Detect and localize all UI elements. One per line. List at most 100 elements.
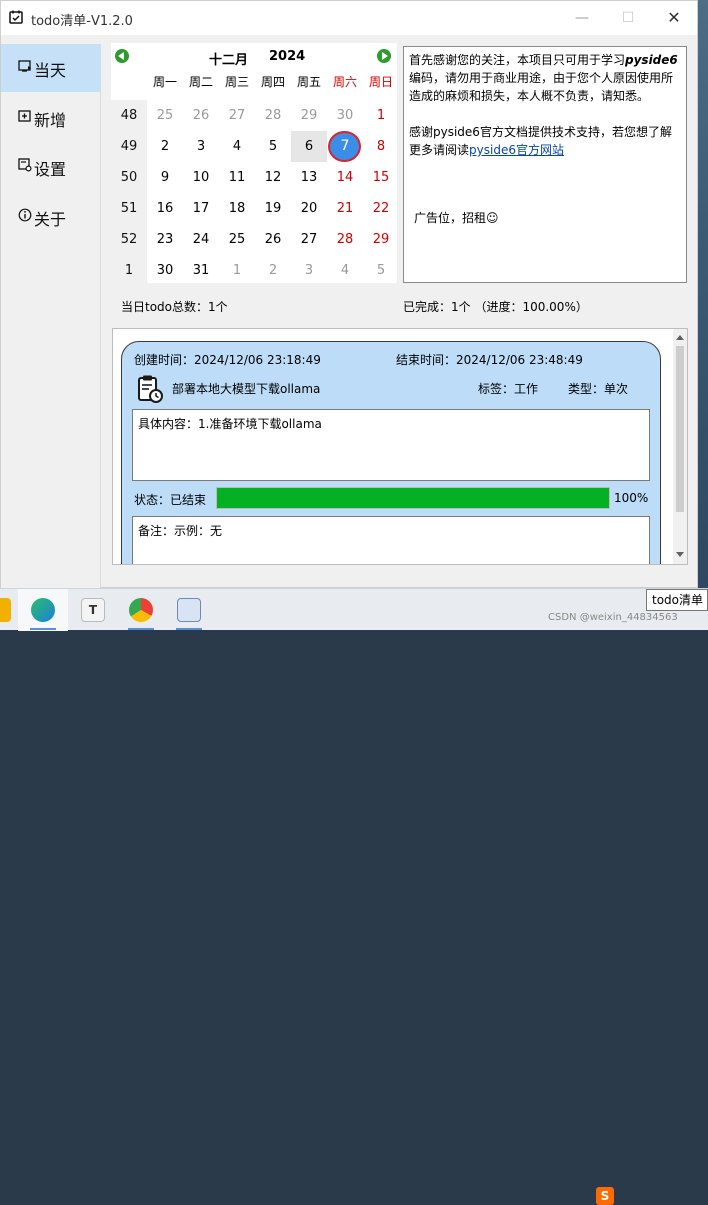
taskbar-app-typora[interactable]: T	[68, 589, 118, 631]
calendar-day[interactable]: 19	[255, 193, 291, 224]
sidebar-item-label: 关于	[34, 210, 67, 229]
calendar-day[interactable]: 25	[147, 100, 183, 131]
sidebar-item-label: 设置	[34, 160, 67, 179]
calendar-day[interactable]: 27	[291, 224, 327, 255]
task-content-text: 具体内容：1.准备环境下载ollama	[138, 417, 322, 431]
calendar-day[interactable]: 26	[255, 224, 291, 255]
main-content: 十二月 2024 周一 周二 周三 周四 周五 周六 周日 48 25 26 27 28 29 30 1 4…	[101, 35, 697, 587]
calendar-day[interactable]: 2	[255, 255, 291, 286]
sidebar-item-add[interactable]: 新增	[1, 94, 101, 142]
sidebar-item-settings[interactable]: 设置	[1, 143, 101, 191]
calendar-day[interactable]: 4	[327, 255, 363, 286]
calendar-month[interactable]: 十二月	[209, 49, 248, 68]
calendar-day[interactable]: 31	[183, 255, 219, 286]
calendar-day[interactable]: 28	[327, 224, 363, 255]
calendar-day[interactable]: 1	[363, 100, 399, 131]
calendar-day[interactable]: 17	[183, 193, 219, 224]
task-content-field[interactable]: 具体内容：1.准备环境下载ollama	[132, 409, 650, 481]
calendar-day[interactable]: 22	[363, 193, 399, 224]
settings-icon	[18, 158, 32, 172]
calendar-day-selected[interactable]: 7	[327, 131, 363, 162]
add-icon	[18, 110, 31, 122]
total-count: 当日todo总数：1个	[121, 300, 228, 314]
calendar-day[interactable]: 10	[183, 162, 219, 193]
taskbar-app-chrome[interactable]	[116, 589, 166, 631]
calendar-day[interactable]: 26	[183, 100, 219, 131]
calendar-day[interactable]: 30	[327, 100, 363, 131]
calendar-day[interactable]: 1	[219, 255, 255, 286]
calendar-day[interactable]: 12	[255, 162, 291, 193]
calendar-day[interactable]: 9	[147, 162, 183, 193]
calendar-day[interactable]: 21	[327, 193, 363, 224]
calendar-year[interactable]: 2024	[269, 49, 305, 64]
calendar-day[interactable]: 29	[291, 100, 327, 131]
task-card: 创建时间：2024/12/06 23:18:49 结束时间：2024/12/06…	[121, 341, 661, 564]
calendar-day[interactable]: 13	[291, 162, 327, 193]
calendar-nav: 十二月 2024	[111, 43, 397, 69]
prev-month-arrow-icon[interactable]	[115, 49, 129, 63]
today-icon	[18, 60, 31, 72]
progress-fill	[217, 488, 609, 508]
scroll-down-arrow-icon[interactable]	[676, 552, 684, 557]
ad-text: 广告位，招租☺	[414, 211, 499, 225]
week-number: 50	[120, 170, 138, 185]
window-title: todo清单-V1.2.0	[31, 14, 133, 29]
notice-em: pyside6	[625, 53, 678, 67]
notice-box: 首先感谢您的关注，本项目只可用于学习pyside6 编码，请勿用于商业用途，由于您…	[403, 46, 687, 283]
edge-browser-icon	[31, 598, 55, 622]
text-editor-icon: T	[81, 598, 105, 622]
pyside6-docs-link[interactable]: pyside6官方网站	[469, 143, 564, 157]
close-button[interactable]: ✕	[651, 1, 697, 35]
calendar-day[interactable]: 30	[147, 255, 183, 286]
taskbar-app-todo[interactable]	[164, 589, 214, 631]
scroll-up-arrow-icon[interactable]	[676, 335, 684, 340]
sidebar: 当天 新增 设置 关于	[1, 44, 101, 589]
weekday-header: 周一	[152, 75, 177, 89]
task-remark-field[interactable]: 备注：示例：无	[132, 516, 650, 564]
calendar-day[interactable]: 16	[147, 193, 183, 224]
calendar-day[interactable]: 3	[291, 255, 327, 286]
calendar-day[interactable]: 23	[147, 224, 183, 255]
task-scroll-panel[interactable]: 创建时间：2024/12/06 23:18:49 结束时间：2024/12/06…	[112, 328, 688, 565]
taskbar-tooltip: todo清单	[646, 589, 708, 611]
calendar-day[interactable]: 27	[219, 100, 255, 131]
calendar-day[interactable]: 2	[147, 131, 183, 162]
desktop-background	[698, 0, 708, 588]
task-clipboard-icon	[138, 375, 163, 403]
weekday-header: 周三	[224, 75, 249, 89]
notice-line1: 首先感谢您的关注，本项目只可用于学习	[409, 53, 626, 67]
calendar-day[interactable]: 15	[363, 162, 399, 193]
calendar-day[interactable]: 29	[363, 224, 399, 255]
calendar: 十二月 2024 周一 周二 周三 周四 周五 周六 周日 48 25 26 27 28 29 30 1 4…	[111, 43, 397, 283]
calendar-day[interactable]: 8	[363, 131, 399, 162]
calendar-day[interactable]: 25	[219, 224, 255, 255]
calendar-day[interactable]: 5	[255, 131, 291, 162]
next-month-arrow-icon[interactable]	[377, 49, 391, 63]
calendar-day[interactable]: 4	[219, 131, 255, 162]
watermark: CSDN @weixin_44834563	[548, 612, 678, 623]
weekday-header: 周六	[332, 75, 357, 89]
taskbar-app-edge[interactable]	[18, 589, 68, 631]
calendar-day[interactable]: 5	[363, 255, 399, 286]
sogou-input-icon[interactable]: S	[596, 1187, 614, 1205]
week-number: 52	[120, 232, 138, 247]
minimize-button[interactable]: —	[559, 1, 605, 35]
calendar-day[interactable]: 3	[183, 131, 219, 162]
sidebar-item-today[interactable]: 当天	[1, 44, 101, 92]
app-window: todo清单-V1.2.0 — ☐ ✕ 当天 新增 设置 关于 十二月 2024…	[0, 0, 698, 589]
calendar-day[interactable]: 24	[183, 224, 219, 255]
task-remark-text: 备注：示例：无	[138, 524, 223, 538]
calendar-day[interactable]: 14	[327, 162, 363, 193]
title-bar[interactable]: todo清单-V1.2.0 — ☐ ✕	[1, 1, 697, 35]
calendar-day[interactable]: 6	[291, 131, 327, 162]
calendar-day[interactable]: 11	[219, 162, 255, 193]
calendar-day[interactable]: 20	[291, 193, 327, 224]
maximize-button[interactable]: ☐	[605, 1, 651, 35]
sidebar-item-about[interactable]: 关于	[1, 193, 101, 241]
calendar-day[interactable]: 18	[219, 193, 255, 224]
task-type: 类型：单次	[568, 382, 629, 396]
scroll-thumb[interactable]	[676, 346, 684, 512]
calendar-day[interactable]: 28	[255, 100, 291, 131]
vertical-scrollbar[interactable]	[673, 329, 687, 564]
created-time: 创建时间：2024/12/06 23:18:49	[134, 353, 321, 367]
